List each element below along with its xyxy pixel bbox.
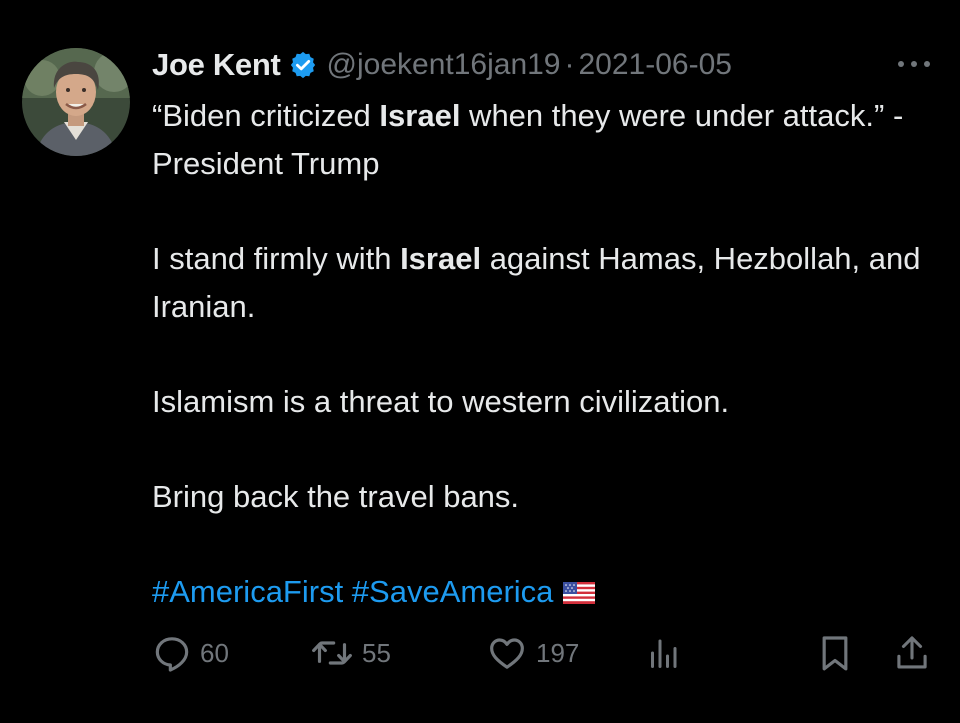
highlighted-term: Israel [400, 241, 482, 276]
tweet-paragraph-quote: “Biden criticized Israel when they were … [152, 92, 942, 188]
heart-icon [486, 633, 528, 673]
reply-count: 60 [200, 637, 229, 668]
tweet-text: “Biden criticized Israel when they were … [152, 92, 942, 616]
like-button[interactable]: 197 [486, 630, 579, 676]
repost-count: 55 [362, 637, 391, 668]
repost-button[interactable]: 55 [310, 630, 391, 676]
header-separator: · [564, 48, 575, 81]
author-handle[interactable]: @joekent16jan19 [327, 48, 561, 82]
tweet-actions-bar: 60 55 197 [152, 630, 942, 676]
more-options-icon[interactable] [892, 52, 936, 76]
stance-text-start: I stand firmly with [152, 241, 401, 276]
tweet-date[interactable]: 2021-06-05 [579, 48, 732, 82]
us-flag-icon [563, 570, 596, 604]
reply-icon [152, 633, 192, 673]
tweet-paragraph-threat: Islamism is a threat to western civiliza… [152, 384, 730, 419]
reply-button[interactable]: 60 [152, 630, 229, 676]
like-count: 197 [536, 637, 580, 668]
verified-badge-icon [289, 51, 317, 79]
bookmark-icon [818, 633, 852, 673]
tweet-paragraph-stance: I stand firmly with Israel against Hamas… [152, 235, 942, 331]
author-name[interactable]: Joe Kent [152, 47, 281, 83]
highlighted-term: Israel [379, 98, 461, 133]
tweet-hashtags-line: #AmericaFirst #SaveAmerica [152, 568, 942, 616]
tweet-header: Joe Kent @joekent16jan19 · 2021-06-05 [152, 42, 732, 88]
avatar[interactable] [22, 48, 130, 156]
repost-icon [310, 633, 354, 673]
views-button[interactable] [648, 630, 678, 676]
hashtag-links[interactable]: #AmericaFirst #SaveAmerica [152, 574, 553, 609]
share-icon [894, 633, 930, 673]
views-chart-icon [648, 633, 678, 673]
tweet-paragraph-travel: Bring back the travel bans. [152, 479, 520, 514]
avatar-image [22, 48, 130, 156]
bookmark-button[interactable] [818, 630, 852, 676]
quote-text-start: “Biden criticized [152, 98, 380, 133]
tweet: Joe Kent @joekent16jan19 · 2021-06-05 “B… [0, 0, 960, 723]
share-button[interactable] [894, 630, 930, 676]
